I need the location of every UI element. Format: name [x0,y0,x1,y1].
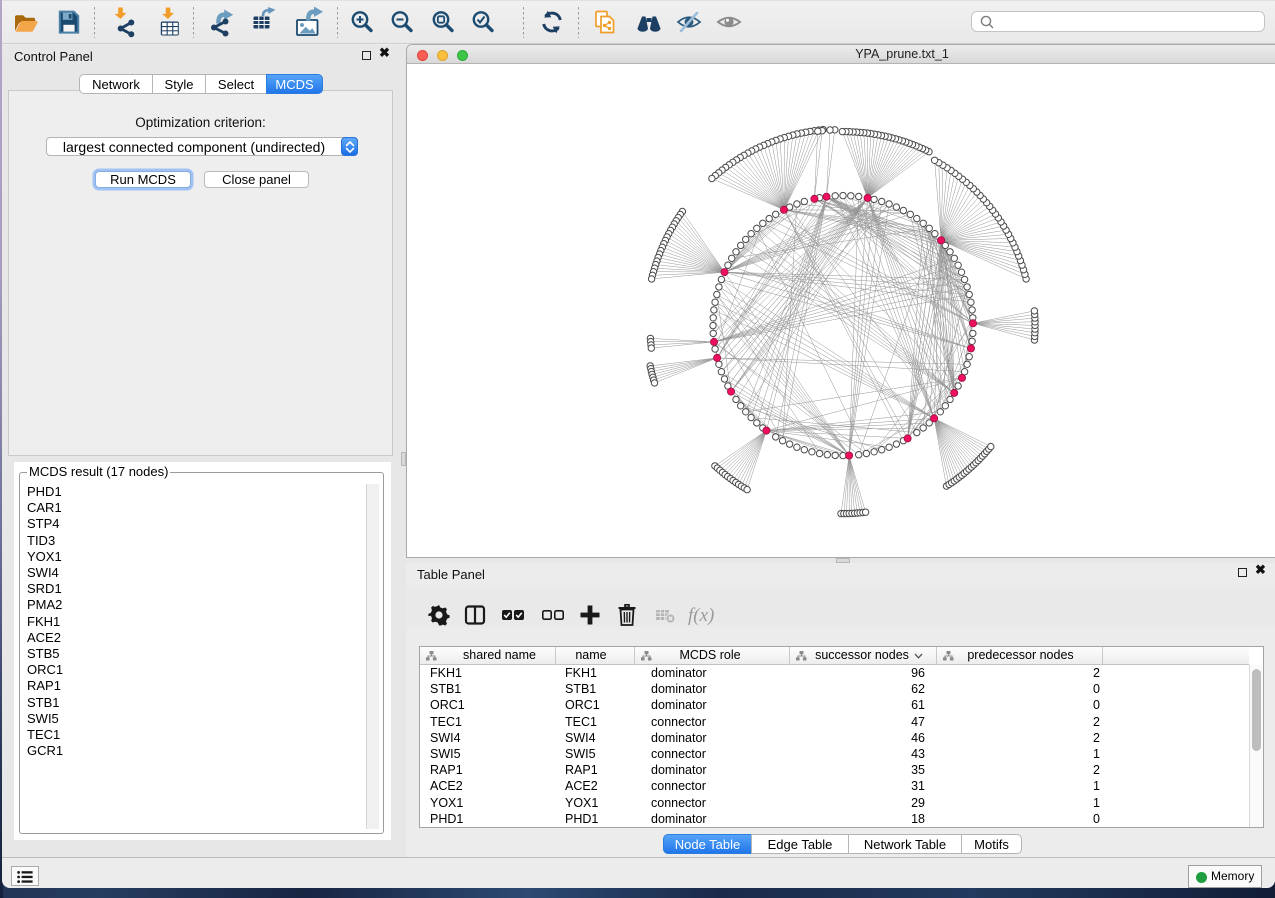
svg-text:f(x): f(x) [688,605,714,626]
